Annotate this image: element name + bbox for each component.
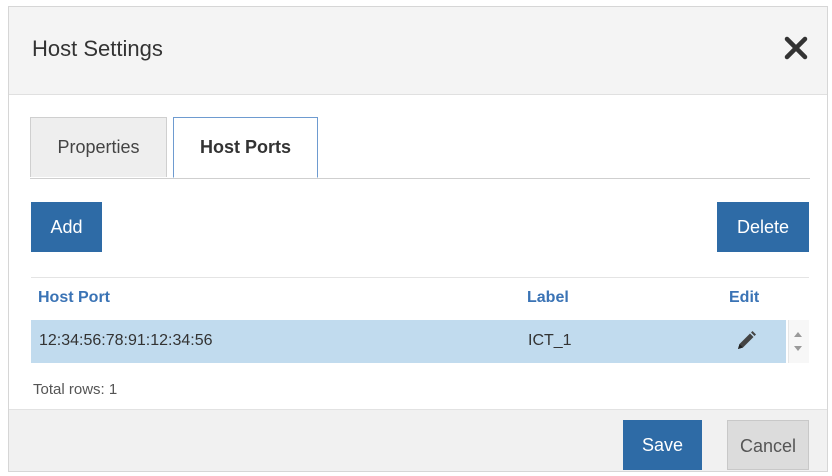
save-button[interactable]: Save [623, 420, 702, 470]
dialog-title: Host Settings [32, 36, 163, 61]
tab-host-ports[interactable]: Host Ports [173, 117, 318, 178]
scroll-up-arrow-icon[interactable] [794, 332, 802, 337]
scroll-down-arrow-icon[interactable] [794, 346, 802, 351]
close-icon[interactable] [783, 35, 809, 61]
add-button[interactable]: Add [31, 202, 102, 252]
table-divider [31, 277, 809, 278]
dialog-header: Host Settings [9, 7, 827, 95]
label-cell: ICT_1 [528, 332, 572, 349]
host-settings-dialog: Host Settings Properties Host Ports Add … [8, 6, 828, 472]
host-port-cell: 12:34:56:78:91:12:34:56 [39, 332, 213, 349]
tab-properties[interactable]: Properties [30, 117, 167, 177]
delete-button[interactable]: Delete [717, 202, 809, 252]
pencil-icon[interactable] [735, 330, 757, 352]
total-rows-count: Total rows: 1 [33, 381, 118, 398]
cancel-button[interactable]: Cancel [727, 420, 809, 470]
table-row[interactable]: 12:34:56:78:91:12:34:56 ICT_1 [31, 320, 786, 363]
dialog-footer [9, 409, 827, 471]
column-header-label[interactable]: Label [527, 289, 569, 307]
column-header-edit: Edit [729, 289, 760, 306]
column-header-host-port[interactable]: Host Port [38, 289, 110, 307]
table-scrollbar[interactable] [788, 320, 809, 363]
tab-bar: Properties Host Ports [30, 117, 810, 179]
